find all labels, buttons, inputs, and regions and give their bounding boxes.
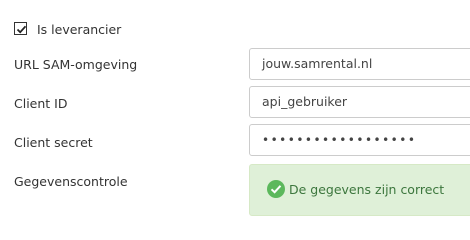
supplier-checkbox-label: Is leverancier [37, 22, 122, 37]
client-id-label: Client ID [14, 96, 68, 111]
validation-label: Gegevenscontrole [14, 174, 128, 189]
url-input[interactable]: jouw.samrental.nl [249, 48, 470, 80]
validation-alert: De gegevens zijn correct [249, 164, 470, 216]
check-circle-icon [267, 180, 285, 198]
client-secret-label: Client secret [14, 135, 93, 150]
client-secret-input[interactable]: •••••••••••••••••• [249, 124, 470, 156]
supplier-checkbox[interactable] [14, 22, 27, 35]
checkmark-icon [16, 25, 27, 34]
url-label: URL SAM-omgeving [14, 57, 138, 72]
client-id-input[interactable]: api_gebruiker [249, 86, 470, 118]
validation-message: De gegevens zijn correct [289, 182, 445, 197]
